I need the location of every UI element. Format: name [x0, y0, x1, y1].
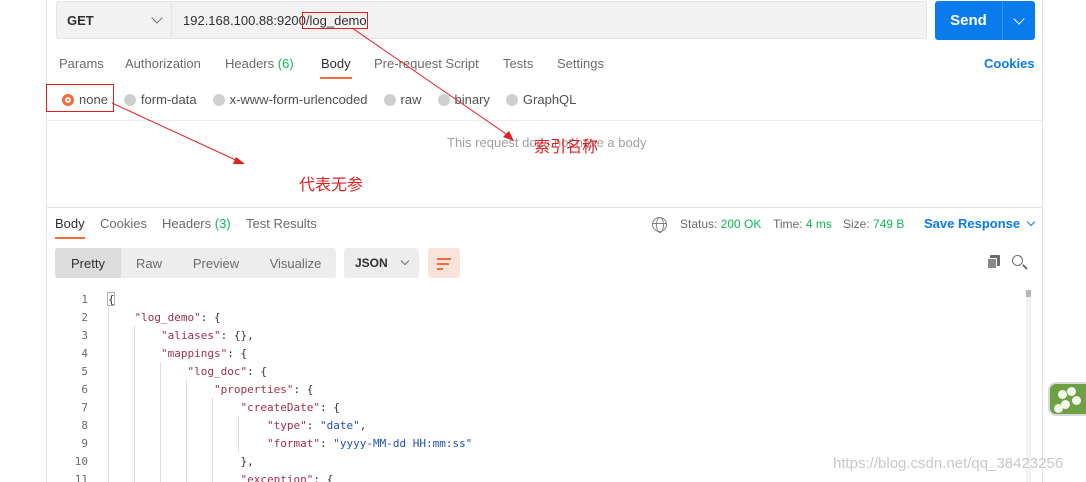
- indent-guide: [160, 362, 161, 482]
- indent-guide: [212, 398, 213, 482]
- indent-guide: [238, 416, 239, 452]
- indent-guide: [134, 326, 135, 482]
- annotation-no-params: 代表无参: [299, 175, 364, 194]
- indent-guide: [108, 308, 109, 482]
- indent-guide: [186, 380, 187, 482]
- annotation-arrows: [111, 27, 514, 164]
- floating-avatar[interactable]: [1048, 382, 1086, 416]
- annotation-index-name: 索引名称: [534, 137, 599, 156]
- watermark: https://blog.csdn.net/qq_38423256: [833, 455, 1064, 472]
